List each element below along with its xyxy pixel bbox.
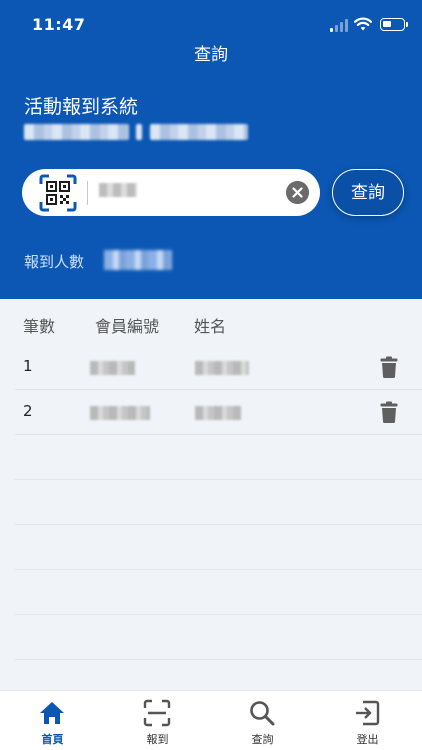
column-header-index: 筆數 — [23, 317, 56, 336]
event-info-redacted-separator — [136, 124, 142, 140]
search-value-redacted — [99, 183, 137, 197]
tab-home-label: 首頁 — [41, 733, 64, 746]
nav-title: 查詢 — [194, 45, 228, 65]
header-panel: 11:47 查詢 活動報到系統 查詢 報到人數 — [0, 0, 422, 299]
row-divider — [15, 659, 422, 660]
table-row: 1 — [15, 345, 422, 390]
delete-icon[interactable] — [380, 356, 398, 378]
tab-search-label: 查詢 — [251, 733, 274, 746]
delete-icon[interactable] — [380, 401, 398, 423]
checkin-count-redacted — [104, 250, 172, 270]
wifi-icon — [354, 17, 372, 31]
query-button[interactable]: 查詢 — [332, 169, 404, 216]
event-info-redacted-2 — [150, 124, 248, 140]
clear-icon[interactable] — [286, 181, 309, 204]
logout-icon — [356, 700, 380, 726]
system-title: 活動報到系統 — [24, 96, 139, 118]
tab-logout-label: 登出 — [356, 733, 379, 746]
tab-checkin[interactable]: 報到 — [105, 691, 210, 750]
cellular-signal-icon — [330, 18, 350, 32]
row-divider — [15, 614, 422, 615]
tab-checkin-label: 報到 — [146, 733, 169, 746]
member-name-redacted — [195, 406, 241, 420]
tab-search[interactable]: 查詢 — [210, 691, 315, 750]
member-id-redacted — [90, 406, 150, 420]
member-name-redacted — [195, 361, 249, 375]
status-time: 11:47 — [32, 15, 86, 34]
row-index: 2 — [23, 402, 33, 420]
bottom-tab-bar: 首頁 報到 查詢 登出 — [0, 690, 422, 750]
home-icon — [40, 702, 64, 724]
column-header-name: 姓名 — [194, 317, 227, 336]
battery-icon — [380, 18, 408, 31]
table-row: 2 — [15, 390, 422, 435]
search-divider — [87, 181, 88, 205]
tab-logout[interactable]: 登出 — [315, 691, 420, 750]
row-index: 1 — [23, 357, 33, 375]
scan-icon — [143, 699, 171, 727]
status-bar: 11:47 — [0, 0, 422, 40]
member-id-redacted — [90, 361, 135, 375]
search-icon — [250, 701, 275, 726]
row-divider — [15, 569, 422, 570]
row-divider — [15, 524, 422, 525]
qr-scan-icon[interactable] — [39, 174, 77, 212]
row-divider — [15, 479, 422, 480]
checkin-count-label: 報到人數 — [24, 253, 85, 271]
column-header-member-id: 會員編號 — [95, 317, 160, 336]
tab-home[interactable]: 首頁 — [0, 691, 105, 750]
event-info-redacted — [24, 124, 129, 140]
search-box — [22, 169, 320, 216]
table-header: 筆數 會員編號 姓名 — [0, 299, 422, 345]
